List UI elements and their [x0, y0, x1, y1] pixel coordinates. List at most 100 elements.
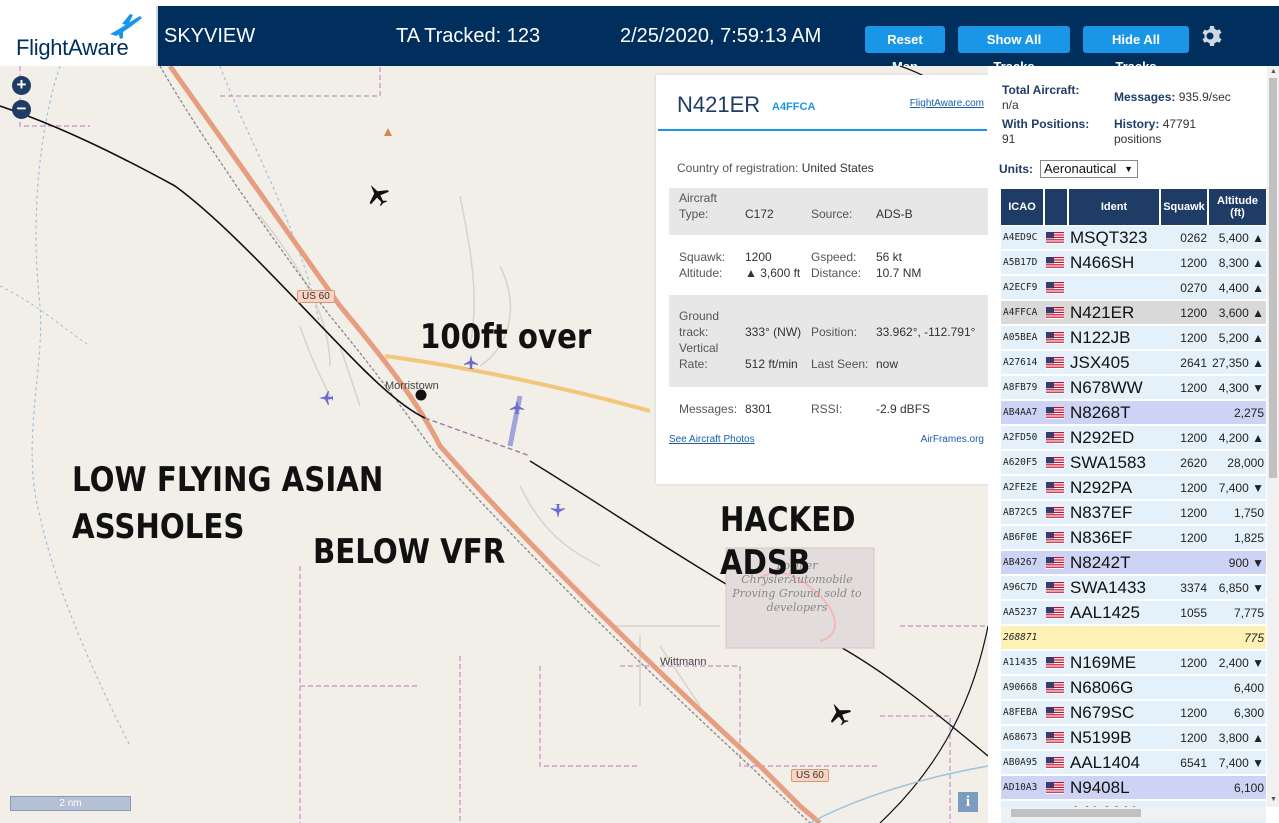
ident-cell: N837EF [1070, 503, 1133, 522]
ident-cell: N6806G [1070, 678, 1134, 697]
detail-hex-code[interactable]: A4FFCA [772, 101, 815, 113]
flightaware-link[interactable]: FlightAware.com [910, 98, 984, 109]
horizontal-scrollbar[interactable] [1001, 807, 1266, 819]
table-row[interactable]: A4ED9C MSQT323 0262 5,400 ▲ [1001, 226, 1266, 250]
icao-cell: AD10A3 [1003, 782, 1038, 793]
table-row[interactable]: A90668 N6806G 6,400 [1001, 676, 1266, 700]
table-row[interactable]: A8FB79 N678WW 1200 4,300 ▼ [1001, 376, 1266, 400]
ident-cell: N679SC [1070, 703, 1135, 722]
altitude-cell: 6,850 ▼ [1218, 581, 1264, 595]
hide-all-tracks-button[interactable]: Hide All Tracks [1083, 26, 1189, 74]
table-row[interactable]: 268871 775 [1001, 626, 1266, 650]
altitude-cell: 5,200 ▲ [1218, 331, 1264, 345]
us-flag-icon [1046, 276, 1066, 300]
scrollbar-thumb[interactable] [1269, 78, 1277, 478]
squawk-cell: 1200 [1180, 331, 1207, 345]
altitude-cell: 2,275 [1233, 406, 1264, 420]
with-positions: With Positions: 91 [1002, 117, 1090, 146]
us-flag-icon [1046, 601, 1066, 625]
altitude-cell: 27,350 ▲ [1212, 356, 1264, 370]
icao-cell: AB0A95 [1003, 757, 1038, 768]
info-icon[interactable]: i [958, 792, 978, 812]
us-flag-icon [1046, 326, 1066, 350]
gear-icon[interactable] [1200, 24, 1224, 48]
skyview-app: FlightAware SKYVIEW TA Tracked: 123 2/25… [0, 0, 1279, 823]
table-row[interactable]: AD10A3 N9408L 6,100 [1001, 776, 1266, 800]
us60-shield: US 60 [791, 769, 829, 782]
ident-cell: N8242T [1070, 553, 1131, 572]
icao-cell: A620F5 [1003, 457, 1038, 468]
ident-cell: N421ER [1070, 303, 1135, 322]
scrollbar-thumb[interactable] [1011, 809, 1141, 817]
detail-block-messages: Messages: 8301 RSSI: -2.9 dBFS [679, 402, 931, 416]
altitude-cell: 6,400 [1233, 681, 1264, 695]
table-row[interactable]: A96C7D SWA1433 3374 6,850 ▼ [1001, 576, 1266, 600]
table-row[interactable]: A8FEBA N679SC 1200 6,300 [1001, 701, 1266, 725]
table-row[interactable]: A5B17D N466SH 1200 8,300 ▲ [1001, 251, 1266, 275]
us-flag-icon [1046, 776, 1066, 800]
table-row[interactable]: A11435 N169ME 1200 2,400 ▼ [1001, 651, 1266, 675]
table-row[interactable]: AB6F0E N836EF 1200 1,825 [1001, 526, 1266, 550]
ident-cell: N836EF [1070, 528, 1133, 547]
us-flag-icon [1046, 651, 1066, 675]
icao-cell: AB72C5 [1003, 507, 1038, 518]
altitude-cell: 3,800 ▲ [1218, 731, 1264, 745]
squawk-cell [1162, 401, 1209, 425]
reset-map-button[interactable]: Reset Map [865, 26, 945, 74]
altitude-cell: 6,300 [1233, 706, 1264, 720]
table-row[interactable]: A620F5 SWA1583 2620 28,000 [1001, 451, 1266, 475]
table-row[interactable]: A27614 JSX405 2641 27,350 ▲ [1001, 351, 1266, 375]
icao-cell: A4FFCA [1003, 307, 1038, 318]
table-row[interactable]: AB0A95 AAL1404 6541 7,400 ▼ [1001, 751, 1266, 775]
units-dropdown[interactable]: Aeronautical ▼ [1040, 160, 1138, 178]
us-flag-icon [1046, 501, 1066, 525]
altitude-cell: 2,400 ▼ [1218, 656, 1264, 670]
altitude-cell: 7,775 [1233, 606, 1264, 620]
ident-cell: N292PA [1070, 478, 1133, 497]
column-header-altitude[interactable]: Altitude (ft) [1209, 189, 1266, 225]
table-row[interactable]: A05BEA N122JB 1200 5,200 ▲ [1001, 326, 1266, 350]
us-flag-icon [1046, 751, 1066, 775]
vertical-scrollbar[interactable]: ▲ ▼ [1267, 66, 1279, 807]
table-row[interactable]: AB72C5 N837EF 1200 1,750 [1001, 501, 1266, 525]
column-header-squawk[interactable]: Squawk [1161, 189, 1209, 225]
table-row[interactable]: A2FE2E N292PA 1200 7,400 ▼ [1001, 476, 1266, 500]
table-row[interactable]: A2FD50 N292ED 1200 4,200 ▲ [1001, 426, 1266, 450]
squawk-cell: 1200 [1180, 506, 1207, 520]
table-row[interactable]: AB4267 N8242T 900 ▼ [1001, 551, 1266, 575]
ident-cell: AAL1404 [1070, 753, 1140, 772]
show-all-tracks-button[interactable]: Show All Tracks [958, 26, 1070, 74]
icao-cell: A8FEBA [1003, 707, 1038, 718]
table-row[interactable]: A2ECF9 0270 4,400 ▲ [1001, 276, 1266, 300]
us-flag-icon [1046, 251, 1066, 275]
table-row[interactable]: AB4AA7 N8268T 2,275 [1001, 401, 1266, 425]
column-header-icao[interactable]: ICAO [1001, 189, 1045, 225]
ident-cell [1070, 276, 1162, 300]
table-row[interactable]: A4FFCA N421ER 1200 3,600 ▲ [1001, 301, 1266, 325]
ident-cell [1070, 626, 1162, 650]
flightaware-logo[interactable]: FlightAware [0, 6, 158, 66]
column-header-flag[interactable] [1045, 189, 1069, 225]
detail-block-track: Ground track: 333° (NW) Position: 33.962… [669, 295, 989, 387]
table-row[interactable]: A68673 N5199B 1200 3,800 ▲ [1001, 726, 1266, 750]
altitude-cell: 4,300 ▼ [1218, 381, 1264, 395]
country-of-registration: Country of registration: United States [677, 161, 874, 175]
scale-bar: 2 nm [10, 796, 131, 811]
squawk-cell: 1200 [1180, 481, 1207, 495]
top-bar: FlightAware SKYVIEW TA Tracked: 123 2/25… [0, 6, 1279, 74]
annotation-100ft-over: 100ft over [420, 317, 592, 357]
table-row[interactable]: AA5237 AAL1425 1055 7,775 [1001, 601, 1266, 625]
icao-cell: A2FE2E [1003, 482, 1038, 493]
squawk-cell: 1055 [1180, 606, 1207, 620]
us60-shield: US 60 [297, 290, 335, 303]
see-aircraft-photos-link[interactable]: See Aircraft Photos [669, 434, 755, 445]
zoom-out-icon[interactable]: − [12, 100, 31, 119]
squawk-cell: 6541 [1180, 756, 1207, 770]
zoom-in-icon[interactable]: + [12, 76, 31, 95]
airframes-link[interactable]: AirFrames.org [921, 434, 984, 445]
column-header-ident[interactable]: Ident [1069, 189, 1161, 225]
annotation-below-vfr: BELOW VFR [313, 532, 506, 572]
altitude-cell: 1,750 [1233, 506, 1264, 520]
annotation-hacked-adsb: HACKED ADSB [720, 500, 856, 583]
us-flag-icon [1046, 726, 1066, 750]
